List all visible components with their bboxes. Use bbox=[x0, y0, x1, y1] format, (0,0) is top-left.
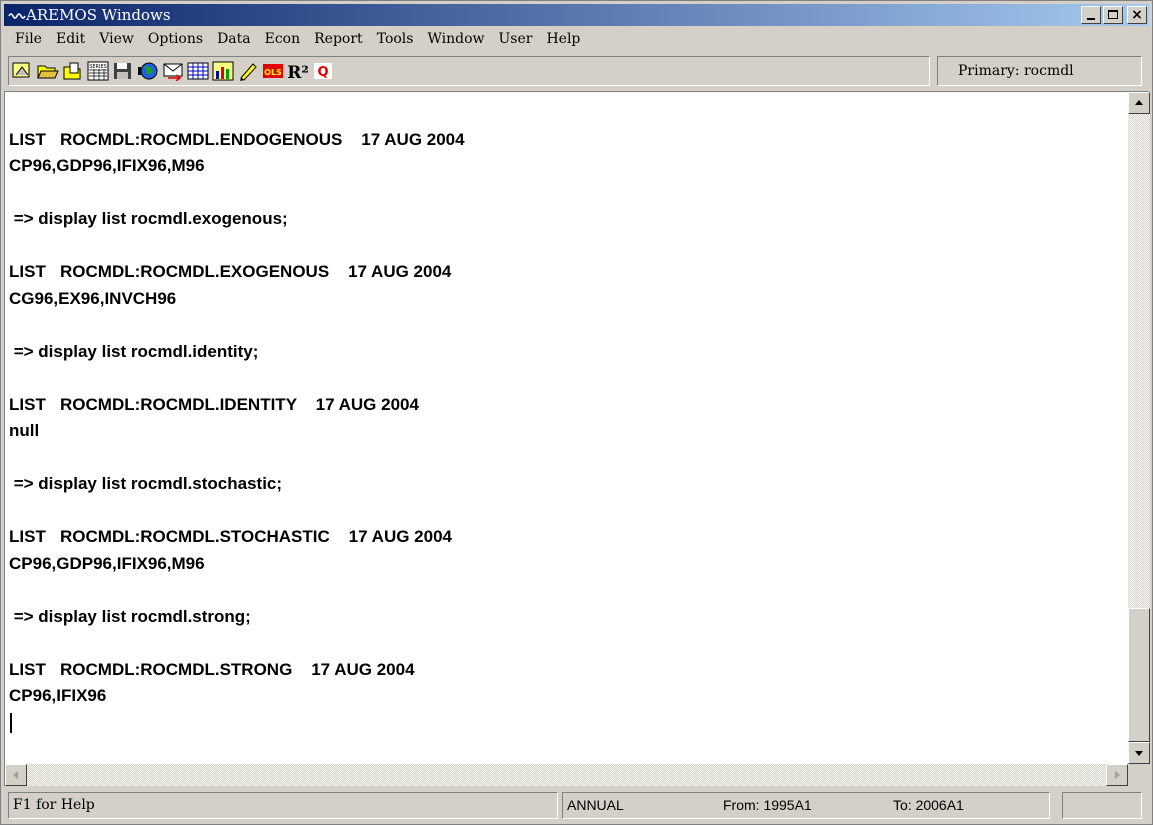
close-icon: × bbox=[1131, 7, 1143, 23]
r2-label: R² bbox=[287, 63, 309, 81]
scroll-down-button[interactable] bbox=[1128, 742, 1150, 764]
status-from: From: 1995A1 bbox=[723, 797, 812, 813]
console-command-line: => display list rocmdl.stochastic; bbox=[9, 474, 283, 493]
console-command-line: => display list rocmdl.strong; bbox=[9, 606, 251, 626]
open-file-icon[interactable] bbox=[61, 59, 85, 83]
status-frequency: ANNUAL bbox=[567, 797, 624, 813]
maximize-icon bbox=[1108, 10, 1118, 19]
minimize-button[interactable] bbox=[1081, 6, 1101, 24]
console-line: CG96,EX96,INVCH96 bbox=[9, 288, 177, 308]
toolbar: SERIES OLS R² Q Primary: rocmdl bbox=[4, 53, 1149, 89]
status-to: To: 2006A1 bbox=[893, 797, 964, 813]
scroll-up-button[interactable] bbox=[1128, 92, 1150, 114]
console-line bbox=[9, 710, 1128, 737]
r-squared-icon[interactable]: R² bbox=[286, 59, 310, 83]
vertical-scrollbar[interactable] bbox=[1128, 92, 1150, 764]
console-list-header: LIST ROCMDL:ROCMDL.STOCHASTIC 17 AUG 200… bbox=[9, 527, 452, 546]
open-folder-icon[interactable] bbox=[36, 59, 60, 83]
console-list-header: LIST ROCMDL:ROCMDL.IDENTITY 17 AUG 2004 bbox=[9, 394, 419, 414]
scroll-down-arrow-icon bbox=[1135, 751, 1143, 756]
menu-user[interactable]: User bbox=[491, 28, 539, 50]
scrollbar-corner bbox=[1128, 764, 1150, 786]
menu-tools[interactable]: Tools bbox=[370, 28, 421, 50]
menu-edit[interactable]: Edit bbox=[49, 28, 92, 50]
primary-database-display: Primary: rocmdl bbox=[937, 56, 1142, 86]
console-line: CP96,GDP96,IFIX96,M96 bbox=[9, 553, 205, 573]
menu-window[interactable]: Window bbox=[420, 28, 491, 50]
text-cursor bbox=[10, 713, 12, 734]
scroll-left-arrow-icon bbox=[13, 771, 18, 779]
scroll-right-button[interactable] bbox=[1106, 764, 1128, 786]
console-line: CP96,GDP96,IFIX96,M96 bbox=[9, 156, 205, 175]
menu-view[interactable]: View bbox=[92, 28, 141, 50]
minimize-icon bbox=[1087, 18, 1095, 20]
aremos-logo-icon[interactable] bbox=[8, 7, 26, 22]
menu-file[interactable]: File bbox=[8, 28, 49, 50]
series-icon[interactable]: SERIES bbox=[86, 59, 110, 83]
console-list-header: LIST ROCMDL:ROCMDL.EXOGENOUS 17 AUG 2004 bbox=[9, 262, 452, 281]
q-label: Q bbox=[317, 65, 328, 80]
console-line: null bbox=[9, 421, 40, 440]
horizontal-scrollbar[interactable] bbox=[5, 764, 1128, 786]
scroll-up-arrow-icon bbox=[1135, 100, 1143, 105]
console-line: CP96,IFIX96 bbox=[9, 686, 107, 705]
status-extra bbox=[1062, 792, 1142, 819]
ols-label: OLS bbox=[264, 68, 282, 77]
console-command-line: => display list rocmdl.exogenous; bbox=[9, 209, 288, 228]
title-bar[interactable]: AREMOS Windows × bbox=[4, 4, 1149, 26]
save-icon[interactable] bbox=[111, 59, 135, 83]
aremos-window: AREMOS Windows × File Edit View Options … bbox=[0, 0, 1153, 825]
close-button[interactable]: × bbox=[1127, 6, 1147, 24]
console-list-header: LIST ROCMDL:ROCMDL.ENDOGENOUS 17 AUG 200… bbox=[9, 129, 465, 149]
scroll-right-arrow-icon bbox=[1115, 771, 1120, 779]
chart-icon[interactable] bbox=[211, 59, 235, 83]
menu-report[interactable]: Report bbox=[307, 28, 370, 50]
status-sample-range: ANNUAL From: 1995A1 To: 2006A1 bbox=[562, 792, 1050, 819]
vertical-scroll-thumb[interactable] bbox=[1128, 608, 1150, 742]
menu-options[interactable]: Options bbox=[141, 28, 210, 50]
mail-icon[interactable] bbox=[161, 59, 185, 83]
globe-icon[interactable] bbox=[136, 59, 160, 83]
q-icon[interactable]: Q bbox=[311, 59, 335, 83]
ols-icon[interactable]: OLS bbox=[261, 59, 285, 83]
window-title: AREMOS Windows bbox=[26, 6, 171, 24]
console-command-line: => display list rocmdl.identity; bbox=[9, 341, 259, 361]
table-icon[interactable] bbox=[186, 59, 210, 83]
console-list-header: LIST ROCMDL:ROCMDL.STRONG 17 AUG 2004 bbox=[9, 659, 415, 679]
toolbar-buttons: SERIES OLS R² Q bbox=[8, 56, 930, 86]
pencil-icon[interactable] bbox=[236, 59, 260, 83]
scroll-left-button[interactable] bbox=[5, 764, 27, 786]
workspace-icon[interactable] bbox=[11, 59, 35, 83]
menu-bar: File Edit View Options Data Econ Report … bbox=[4, 27, 1149, 51]
menu-data[interactable]: Data bbox=[210, 28, 258, 50]
menu-econ[interactable]: Econ bbox=[258, 28, 308, 50]
menu-help[interactable]: Help bbox=[539, 28, 587, 50]
status-help: F1 for Help bbox=[8, 792, 558, 819]
console-output[interactable]: LIST ROCMDL:ROCMDL.ENDOGENOUS 17 AUG 200… bbox=[5, 92, 1128, 764]
status-bar: F1 for Help ANNUAL From: 1995A1 To: 2006… bbox=[4, 789, 1149, 822]
console-pane: LIST ROCMDL:ROCMDL.ENDOGENOUS 17 AUG 200… bbox=[4, 91, 1150, 786]
maximize-button[interactable] bbox=[1103, 6, 1123, 24]
